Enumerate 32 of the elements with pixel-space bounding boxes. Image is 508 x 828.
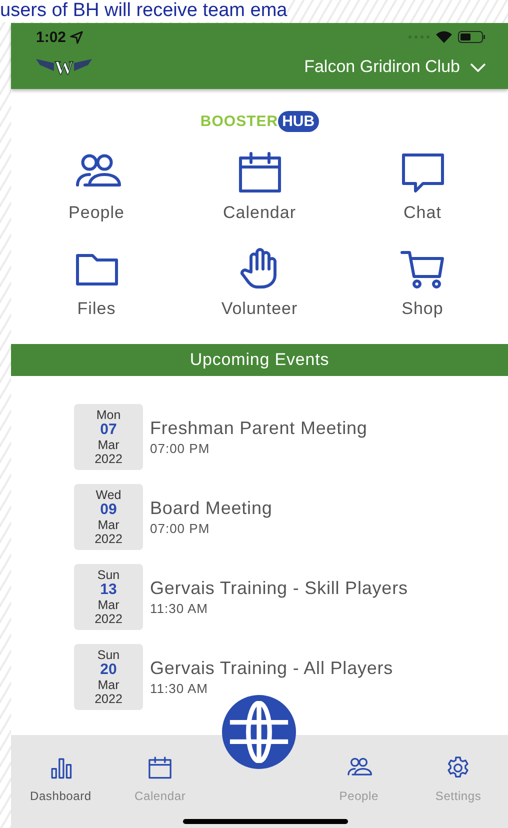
- shortcut-button[interactable]: Shop: [341, 244, 504, 320]
- event-title[interactable]: Gervais Training - All Players: [150, 658, 394, 679]
- calendar-icon: [147, 755, 174, 781]
- chevron-down-icon: [470, 62, 486, 72]
- tab-bar-item[interactable]: Dashboard: [11, 735, 110, 828]
- date-badge: Sun 13 Mar 2022: [74, 564, 143, 630]
- event-time: 11:30 AM: [150, 601, 209, 616]
- shortcut-button[interactable]: Chat: [341, 148, 504, 224]
- event-time: 11:30 AM: [150, 681, 209, 696]
- wifi-icon: [436, 31, 452, 43]
- brand-logo-badge: HUB: [278, 111, 319, 132]
- event-title[interactable]: Board Meeting: [150, 498, 272, 519]
- date-badge: Wed 09 Mar 2022: [74, 484, 143, 550]
- shortcut-button[interactable]: Files: [15, 244, 178, 320]
- shortcut-button[interactable]: Calendar: [178, 148, 341, 224]
- date-badge: Mon 07 Mar 2022: [74, 404, 143, 470]
- event-time: 07:00 PM: [150, 441, 211, 456]
- event-time: 07:00 PM: [150, 521, 211, 536]
- team-logo-drawing: W: [36, 57, 92, 77]
- event-title[interactable]: Gervais Training - Skill Players: [150, 578, 408, 599]
- club-selector[interactable]: Falcon Gridiron Club: [304, 57, 486, 77]
- battery-icon: [458, 31, 486, 43]
- shortcut-button[interactable]: Volunteer: [178, 244, 341, 320]
- section-header: Upcoming Events: [11, 344, 508, 376]
- event-title[interactable]: Freshman Parent Meeting: [150, 418, 368, 439]
- globe-icon: [228, 701, 290, 763]
- location-arrow-icon: [70, 30, 84, 44]
- shortcut-button[interactable]: People: [15, 148, 178, 224]
- status-time: 1:02: [36, 28, 66, 46]
- background-text: users of BH will receive team ema: [0, 0, 288, 22]
- date-badge: Sun 20 Mar 2022: [74, 644, 143, 710]
- brand-logo-text: BOOSTER: [200, 113, 278, 130]
